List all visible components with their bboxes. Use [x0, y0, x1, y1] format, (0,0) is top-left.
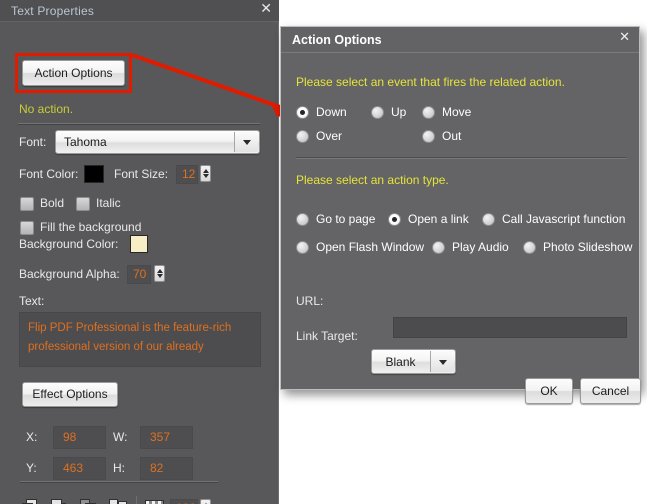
divider — [20, 481, 218, 482]
radio-open-flash-window-label: Open Flash Window — [316, 240, 424, 254]
y-input[interactable]: 463 — [53, 457, 106, 480]
bring-forward-icon[interactable] — [80, 499, 98, 504]
event-hint: Please select an event that fires the re… — [296, 75, 565, 89]
fill-background-label: Fill the background — [40, 220, 141, 234]
radio-play-audio-label: Play Audio — [452, 240, 509, 254]
bring-to-front-icon[interactable] — [22, 499, 40, 504]
send-backward-icon[interactable] — [109, 499, 127, 504]
chevron-down-icon[interactable] — [430, 351, 454, 372]
close-icon[interactable]: ✕ — [619, 31, 630, 45]
h-input[interactable]: 82 — [140, 457, 193, 480]
font-size-input[interactable]: 12 — [176, 165, 198, 184]
url-input[interactable] — [393, 317, 627, 338]
event-radio-row-2: Over Out — [296, 129, 626, 145]
radio-move[interactable] — [422, 106, 435, 119]
toolbar-divider — [136, 496, 137, 504]
italic-label: Italic — [96, 196, 121, 210]
radio-over-label: Over — [316, 129, 342, 143]
bold-label: Bold — [40, 196, 64, 210]
bold-checkbox[interactable] — [20, 197, 34, 211]
font-select-value: Tahoma — [64, 135, 107, 149]
transparency-icon[interactable] — [145, 500, 164, 504]
background-alpha-input[interactable]: 70 — [127, 265, 151, 284]
dialog-title: Action Options — [292, 33, 382, 47]
close-icon[interactable]: ✕ — [260, 2, 272, 16]
radio-photo-slideshow-label: Photo Slideshow — [543, 240, 632, 254]
radio-open-a-link-label: Open a link — [408, 212, 469, 226]
action-radio-row-1: Go to page Open a link Call Javascript f… — [296, 212, 636, 228]
opacity-input[interactable]: 100 — [170, 499, 198, 504]
w-input[interactable]: 357 — [140, 426, 193, 449]
font-color-swatch[interactable] — [84, 165, 104, 183]
divider — [18, 123, 260, 124]
radio-photo-slideshow[interactable] — [523, 241, 536, 254]
action-options-dialog: Action Options ✕ Please select an event … — [280, 26, 640, 390]
font-size-label: Font Size: — [114, 167, 168, 181]
background-color-label: Background Color: — [19, 237, 118, 251]
font-color-label: Font Color: — [19, 167, 78, 181]
radio-over[interactable] — [296, 130, 309, 143]
background-alpha-stepper[interactable] — [154, 265, 165, 282]
radio-call-javascript-function-label: Call Javascript function — [502, 212, 625, 226]
radio-open-flash-window[interactable] — [296, 241, 309, 254]
text-label: Text: — [19, 294, 44, 308]
effect-options-button[interactable]: Effect Options — [22, 382, 118, 407]
send-to-back-icon[interactable] — [51, 499, 69, 504]
text-input[interactable]: Flip PDF Professional is the feature-ric… — [19, 312, 261, 367]
radio-open-a-link[interactable] — [388, 213, 401, 226]
panel-title: Text Properties — [11, 4, 94, 18]
radio-move-label: Move — [442, 105, 471, 119]
background-color-swatch[interactable] — [130, 235, 148, 253]
radio-call-javascript-function[interactable] — [482, 213, 495, 226]
panel-body: Action Options No action. Font: Tahoma F… — [0, 22, 279, 504]
fill-background-checkbox[interactable] — [20, 221, 34, 235]
action-radio-row-2: Open Flash Window Play Audio Photo Slide… — [296, 240, 636, 256]
x-input[interactable]: 98 — [53, 426, 106, 449]
radio-down-label: Down — [316, 105, 347, 119]
font-label: Font: — [19, 135, 46, 149]
action-hint: Please select an action type. — [296, 173, 449, 187]
radio-up-label: Up — [391, 105, 406, 119]
divider — [296, 157, 627, 158]
dialog-body: Please select an event that fires the re… — [281, 53, 639, 389]
x-label: X: — [26, 430, 37, 444]
opacity-stepper[interactable] — [200, 499, 211, 504]
link-target-value: Blank — [372, 355, 429, 369]
ok-button[interactable]: OK — [525, 378, 573, 404]
font-select[interactable]: Tahoma — [55, 130, 260, 154]
chevron-down-icon[interactable] — [234, 132, 258, 152]
radio-go-to-page[interactable] — [296, 213, 309, 226]
y-label: Y: — [26, 461, 37, 475]
app-root: Text Properties ✕ Action Options No acti… — [0, 0, 647, 504]
link-target-select[interactable]: Blank — [371, 349, 456, 374]
background-alpha-label: Background Alpha: — [19, 267, 120, 281]
radio-go-to-page-label: Go to page — [316, 212, 375, 226]
text-properties-panel: Text Properties ✕ Action Options No acti… — [0, 0, 279, 504]
radio-out-label: Out — [442, 129, 461, 143]
link-target-label: Link Target: — [296, 329, 358, 343]
event-radio-row-1: Down Up Move — [296, 105, 626, 121]
radio-play-audio[interactable] — [432, 241, 445, 254]
no-action-status: No action. — [19, 102, 73, 116]
url-label: URL: — [296, 294, 323, 308]
cancel-button[interactable]: Cancel — [580, 378, 641, 404]
h-label: H: — [113, 461, 125, 475]
italic-checkbox[interactable] — [76, 197, 90, 211]
w-label: W: — [113, 430, 127, 444]
radio-out[interactable] — [422, 130, 435, 143]
radio-down[interactable] — [296, 106, 309, 119]
dialog-titlebar: Action Options ✕ — [281, 27, 639, 53]
panel-titlebar: Text Properties ✕ — [0, 0, 279, 22]
action-options-highlight-box — [15, 53, 132, 93]
font-size-stepper[interactable] — [200, 165, 211, 182]
radio-up[interactable] — [371, 106, 384, 119]
